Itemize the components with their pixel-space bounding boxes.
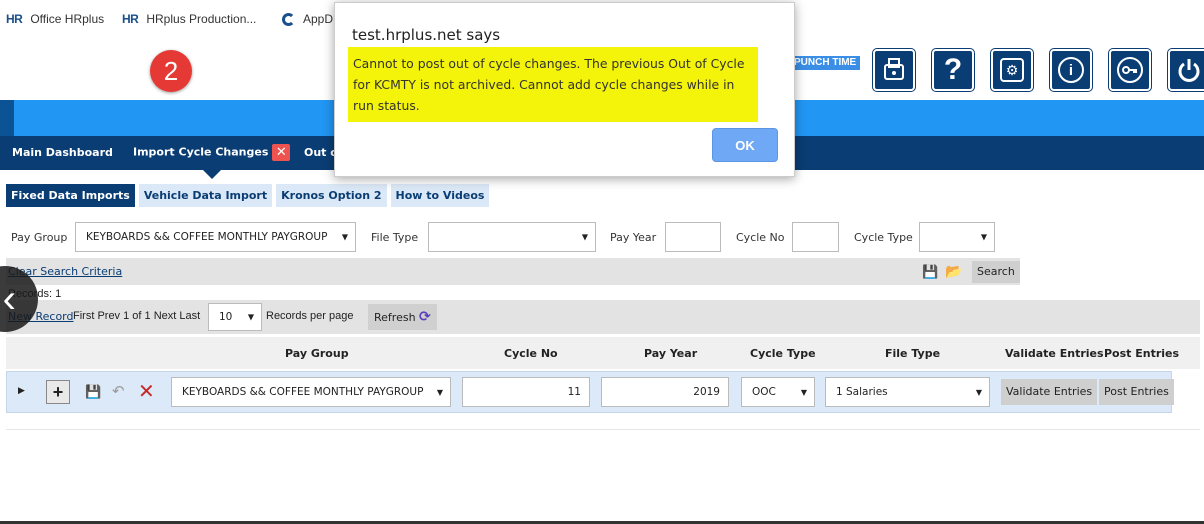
col-header-pay-year[interactable]: Pay Year — [644, 347, 697, 360]
post-entries-button[interactable]: Post Entries — [1099, 379, 1174, 405]
settings-icon[interactable]: ⚙ — [991, 49, 1033, 91]
bookmark-office-hrplus[interactable]: HR Office HRplus — [6, 12, 104, 26]
step-badge: 2 — [150, 50, 192, 92]
hrplus-logo-icon: HR — [122, 12, 139, 26]
col-header-validate-entries: Validate Entries — [1005, 347, 1104, 360]
cycle-no-label: Cycle No — [736, 231, 785, 244]
file-type-select[interactable]: ▼ — [428, 222, 596, 252]
dialog-message: Cannot to post out of cycle changes. The… — [348, 47, 758, 122]
pay-group-label: Pay Group — [11, 231, 68, 244]
power-icon[interactable] — [1168, 49, 1204, 91]
delete-row-icon[interactable]: ✕ — [138, 379, 155, 404]
dropdown-arrow-icon: ▼ — [800, 387, 807, 397]
close-tab-icon[interactable]: ✕ — [272, 144, 291, 161]
refresh-icon: ⟳ — [419, 309, 431, 325]
validate-entries-button[interactable]: Validate Entries — [1001, 379, 1098, 405]
tab-import-cycle-changes[interactable]: Import Cycle Changes ✕ — [133, 144, 291, 161]
undo-icon[interactable]: ↶ — [112, 382, 125, 400]
row-pay-year-input[interactable]: 2019 — [601, 377, 729, 407]
subtab-vehicle-data-import[interactable]: Vehicle Data Import — [138, 184, 273, 207]
ok-button[interactable]: OK — [712, 128, 778, 162]
folder-open-icon[interactable]: 📂 — [945, 263, 962, 280]
password-key-icon[interactable] — [1109, 49, 1151, 91]
row-file-type-select[interactable]: 1 Salaries ▼ — [825, 377, 990, 407]
cycle-no-input[interactable] — [792, 222, 839, 252]
tab-main-dashboard[interactable]: Main Dashboard — [12, 146, 113, 159]
save-row-icon[interactable]: 💾 — [85, 384, 101, 400]
dropdown-arrow-icon: ▼ — [980, 232, 987, 242]
refresh-button[interactable]: Refresh ⟳ — [368, 304, 437, 330]
pager-nav[interactable]: First Prev 1 of 1 Next Last — [73, 310, 200, 322]
header-banner-edge — [0, 100, 14, 136]
subtab-how-to-videos[interactable]: How to Videos — [390, 184, 490, 207]
help-icon[interactable]: ? — [932, 49, 974, 91]
file-type-label: File Type — [371, 231, 419, 244]
search-bar — [6, 258, 1020, 285]
active-tab-indicator — [203, 170, 221, 179]
cycle-type-select[interactable]: ▼ — [919, 222, 995, 252]
punch-time-button[interactable]: PUNCH TIME — [790, 56, 861, 70]
dropdown-arrow-icon: ▼ — [581, 232, 588, 242]
save-icon[interactable]: 💾 — [922, 264, 938, 280]
col-header-post-entries: Post Entries — [1104, 347, 1180, 360]
divider — [6, 429, 1200, 430]
row-cycle-type-select[interactable]: OOC ▼ — [741, 377, 815, 407]
dropdown-arrow-icon: ▼ — [436, 387, 443, 397]
row-pay-group-select[interactable]: KEYBOARDS && COFFEE MONTHLY PAYGROUP ▼ — [171, 377, 451, 407]
payroll-icon[interactable] — [873, 49, 915, 91]
bookmark-hrplus-production[interactable]: HR HRplus Production... — [122, 12, 256, 26]
pay-group-select[interactable]: KEYBOARDS && COFFEE MONTHLY PAYGROUP ▼ — [75, 222, 356, 252]
subtab-fixed-data-imports[interactable]: Fixed Data Imports — [6, 184, 135, 207]
dropdown-arrow-icon: ▼ — [975, 387, 982, 397]
records-per-page-select[interactable]: 10 ▼ — [208, 303, 262, 331]
pay-year-label: Pay Year — [610, 231, 657, 244]
add-row-icon[interactable]: + — [46, 380, 70, 404]
col-header-cycle-no[interactable]: Cycle No — [504, 347, 558, 360]
subtab-kronos-option-2[interactable]: Kronos Option 2 — [276, 184, 387, 207]
subtabs: Fixed Data Imports Vehicle Data Import K… — [6, 184, 490, 207]
hrplus-logo-icon: HR — [6, 12, 23, 26]
records-per-page-label: Records per page — [266, 310, 354, 322]
appd-logo-icon — [282, 12, 295, 26]
col-header-file-type[interactable]: File Type — [885, 347, 940, 360]
bookmark-appd[interactable]: AppD — [282, 12, 333, 26]
dropdown-arrow-icon: ▼ — [247, 312, 254, 322]
info-icon[interactable]: i — [1050, 49, 1092, 91]
row-cycle-no-input[interactable]: 11 — [462, 377, 590, 407]
search-button[interactable]: Search — [972, 261, 1020, 283]
cycle-type-label: Cycle Type — [854, 231, 913, 244]
dialog-title: test.hrplus.net says — [352, 26, 501, 44]
alert-dialog: test.hrplus.net says Cannot to post out … — [334, 2, 795, 177]
col-header-pay-group[interactable]: Pay Group — [285, 347, 349, 360]
dropdown-arrow-icon: ▼ — [341, 232, 348, 242]
pay-year-input[interactable] — [665, 222, 721, 252]
col-header-cycle-type[interactable]: Cycle Type — [750, 347, 816, 360]
expand-row-icon[interactable]: ▶ — [18, 385, 25, 396]
